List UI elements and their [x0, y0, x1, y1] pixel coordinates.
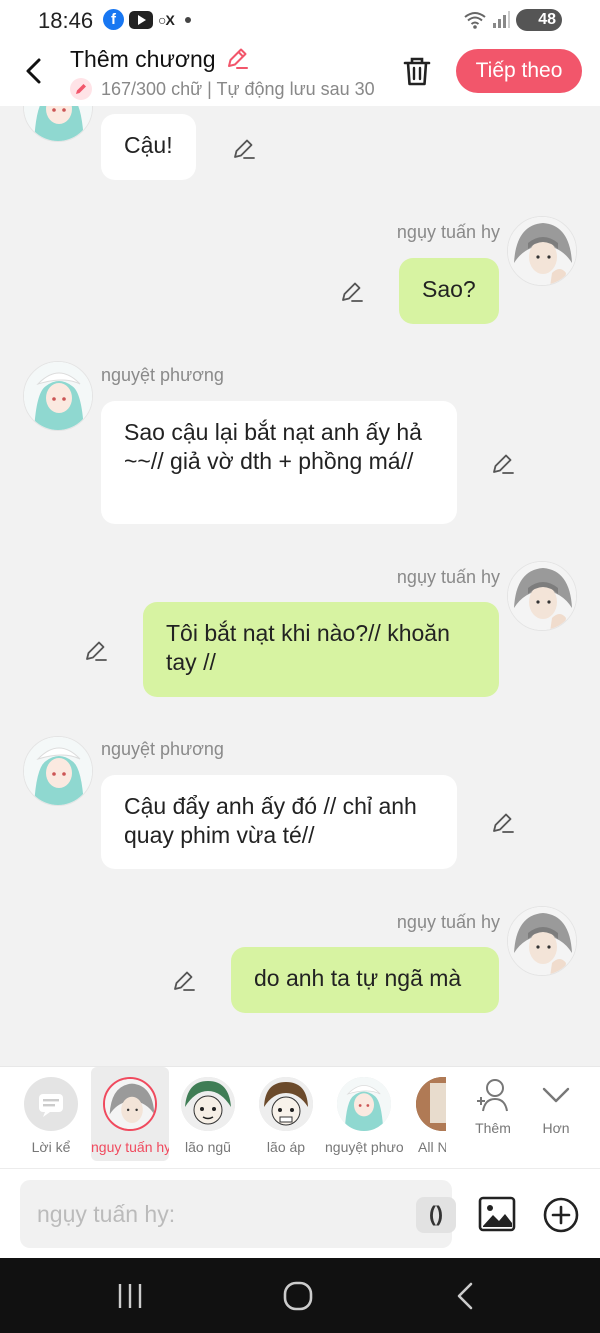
message-text: Sao? — [422, 276, 476, 302]
character-label: lão ngũ — [185, 1139, 231, 1155]
avatar-nguyet-phuong[interactable] — [23, 106, 93, 142]
sender-name: ngụy tuấn hy — [396, 567, 500, 587]
avatar-nguyet-phuong[interactable] — [23, 361, 93, 431]
battery-indicator: 48 — [516, 9, 562, 31]
edit-message-icon[interactable] — [490, 450, 516, 476]
more-notifications-icon — [184, 16, 191, 23]
character-label: lão áp — [266, 1139, 306, 1155]
character-lao-ngu[interactable]: lão ngũ — [169, 1067, 247, 1161]
message-text: Sao cậu lại bắt nạt anh ấy hả ~~// giả v… — [124, 419, 422, 474]
sender-name: nguyệt phương — [101, 739, 224, 759]
signal-icon — [493, 11, 510, 28]
word-count-text: 167/300 chữ | Tự động lưu sau 30 giây — [101, 78, 376, 99]
sender-name: ngụy tuấn hy — [396, 222, 500, 242]
word-count-status: 167/300 chữ | Tự động lưu sau 30 giây — [70, 78, 376, 100]
status-time: 18:46 — [38, 8, 94, 33]
avatar-nguyet-phuong[interactable] — [23, 736, 93, 806]
character-label: nguy tuấn hy — [91, 1139, 169, 1155]
page-title[interactable]: Thêm chương — [70, 46, 216, 73]
message-bubble[interactable]: Tôi bắt nạt khi nào?// khoăn tay // — [143, 602, 499, 697]
next-button[interactable]: Tiếp theo — [456, 49, 582, 93]
edit-message-icon[interactable] — [171, 967, 197, 993]
notification-icons: f ○X — [103, 9, 191, 30]
status-bar: 18:46 f ○X 48 — [0, 0, 600, 40]
character-label: nguyệt phương — [325, 1139, 403, 1155]
more-characters-button[interactable]: Hơn — [526, 1077, 586, 1136]
avatar-nguy-tuan-hy[interactable] — [507, 561, 577, 631]
avatar-nguy-tuan-hy[interactable] — [507, 906, 577, 976]
add-character-button[interactable]: Thêm — [463, 1077, 523, 1136]
message-input-bar: () — [0, 1168, 600, 1258]
edit-message-icon[interactable] — [231, 135, 257, 161]
more-characters-label: Hơn — [542, 1120, 570, 1136]
app-notification-icon: ○X — [158, 11, 175, 28]
edit-message-icon[interactable] — [339, 278, 365, 304]
character-avatar — [259, 1077, 313, 1131]
action-parentheses-button[interactable]: () — [416, 1197, 456, 1233]
home-icon[interactable] — [278, 1276, 318, 1316]
message-bubble[interactable]: Sao? — [399, 258, 499, 324]
message-text: Cậu đẩy anh ấy đó // chỉ anh quay phim v… — [124, 793, 417, 848]
avatar-nguy-tuan-hy[interactable] — [507, 216, 577, 286]
character-nguyet-phuong[interactable]: nguyệt phương — [325, 1067, 403, 1161]
message-input-container[interactable]: () — [20, 1180, 456, 1248]
character-label: Lời kể — [31, 1139, 71, 1155]
trash-icon[interactable] — [400, 54, 434, 88]
youtube-icon — [129, 10, 153, 29]
pencil-icon — [70, 78, 92, 100]
character-avatar — [416, 1077, 446, 1131]
add-user-icon — [477, 1079, 508, 1112]
message-bubble[interactable]: Cậu đẩy anh ấy đó // chỉ anh quay phim v… — [101, 775, 457, 869]
character-lao-ap[interactable]: lão áp — [247, 1067, 325, 1161]
edit-message-icon[interactable] — [83, 637, 109, 663]
edit-title-icon[interactable] — [224, 45, 250, 71]
chevron-down-icon — [542, 1087, 570, 1103]
add-content-icon[interactable] — [542, 1196, 580, 1234]
character-nguy-tuan-hy[interactable]: nguy tuấn hy — [91, 1067, 169, 1161]
message-text: Cậu! — [124, 132, 173, 158]
character-narrator[interactable]: Lời kể — [12, 1067, 90, 1161]
character-avatar — [103, 1077, 157, 1131]
message-input[interactable] — [20, 1180, 380, 1248]
image-icon[interactable] — [478, 1195, 516, 1233]
message-bubble[interactable]: Sao cậu lại bắt nạt anh ấy hả ~~// giả v… — [101, 401, 457, 524]
chat-area[interactable]: Cậu! ngụy tuấn hy Sao? nguyệt phương Sao… — [0, 106, 600, 1066]
title-container[interactable]: Thêm chương — [70, 45, 250, 73]
facebook-icon: f — [103, 9, 124, 30]
recent-apps-icon[interactable] — [110, 1276, 150, 1316]
app-header: Thêm chương 167/300 chữ | Tự động lưu sa… — [0, 40, 600, 106]
edit-message-icon[interactable] — [490, 809, 516, 835]
message-bubble[interactable]: Cậu! — [101, 114, 196, 180]
sender-name: nguyệt phương — [101, 365, 224, 385]
message-text: Tôi bắt nạt khi nào?// khoăn tay // — [166, 620, 450, 675]
character-avatar — [337, 1077, 391, 1131]
character-avatar — [181, 1077, 235, 1131]
character-all-n[interactable]: All N — [404, 1067, 446, 1161]
system-icons: 48 — [464, 9, 562, 31]
wifi-icon — [464, 12, 486, 29]
message-bubble[interactable]: do anh ta tự ngã mà — [231, 947, 499, 1013]
character-selector: Lời kể nguy tuấn hy lão ngũ lão áp nguyệ… — [0, 1066, 600, 1168]
character-label: All N — [418, 1139, 446, 1155]
narrator-icon — [24, 1077, 78, 1131]
system-navigation-bar — [0, 1258, 600, 1333]
back-icon[interactable] — [18, 54, 52, 88]
message-text: do anh ta tự ngã mà — [254, 965, 462, 991]
sender-name: ngụy tuấn hy — [396, 912, 500, 932]
back-nav-icon[interactable] — [446, 1276, 486, 1316]
add-character-label: Thêm — [475, 1120, 511, 1136]
